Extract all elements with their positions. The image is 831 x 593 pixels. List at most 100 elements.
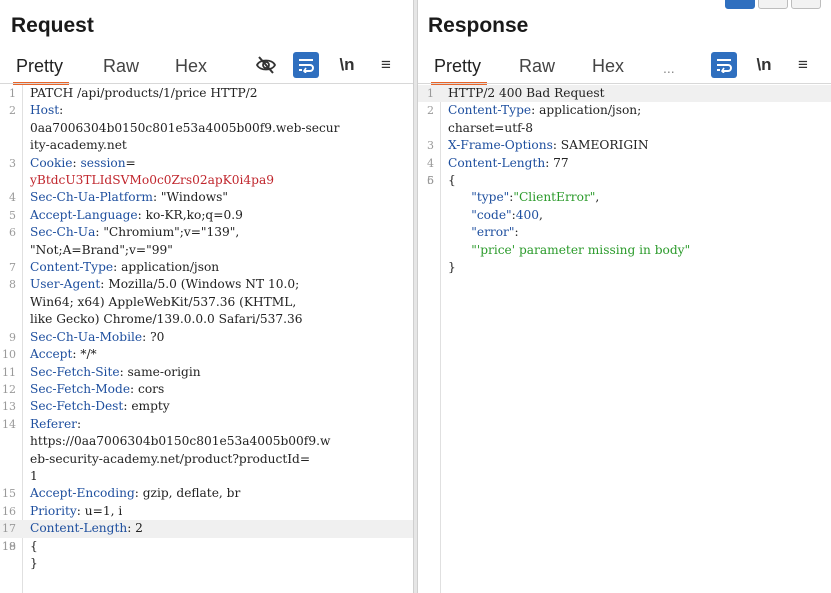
- code-line[interactable]: 17 Content-Length: 2: [0, 520, 413, 538]
- code-text: PATCH /api/products/1/price HTTP/2: [30, 86, 258, 100]
- header-name: Content-Length: [448, 155, 546, 170]
- code-line[interactable]: 15 Accept-Encoding: gzip, deflate, br: [0, 485, 413, 502]
- code-line[interactable]: 4 Content-Length: 77: [418, 155, 831, 172]
- code-line[interactable]: 10 Accept: */*: [0, 346, 413, 363]
- code-text: : "Chromium";v="139",: [95, 225, 240, 240]
- code-line[interactable]: 16 Priority: u=1, i: [0, 503, 413, 520]
- header-name: 400: [515, 207, 540, 222]
- hamburger-menu-icon[interactable]: ≡: [373, 52, 399, 78]
- request-title: Request: [11, 14, 94, 37]
- header-name: Sec-Fetch-Dest: [30, 399, 124, 414]
- code-text: 1: [30, 468, 38, 483]
- line-number: 10: [2, 348, 16, 362]
- code-line[interactable]: 2 Host:: [0, 102, 413, 119]
- code-text: like Gecko) Chrome/139.0.0.0 Safari/537.…: [30, 312, 303, 327]
- line-number: 5: [9, 208, 16, 222]
- code-line[interactable]: 3 Cookie: session=: [0, 155, 413, 172]
- tab-raw[interactable]: Raw: [103, 56, 139, 77]
- line-number: 17: [2, 522, 16, 536]
- code-line[interactable]: 5 Accept-Language: ko-KR,ko;q=0.9: [0, 207, 413, 224]
- code-line[interactable]: like Gecko) Chrome/139.0.0.0 Safari/537.…: [0, 311, 413, 328]
- code-line[interactable]: 7 Content-Type: application/json: [0, 259, 413, 276]
- code-text: ,: [595, 190, 600, 205]
- header-name: Accept-Encoding: [30, 486, 135, 501]
- code-text: 0aa7006304b0150c801e53a4005b00f9.web-sec…: [30, 120, 340, 135]
- code-text: ity-academy.net: [30, 138, 127, 153]
- line-number: 11: [2, 365, 16, 379]
- newline-icon[interactable]: \n: [751, 52, 777, 78]
- tab-pretty[interactable]: Pretty: [12, 56, 70, 85]
- code-line[interactable]: Win64; x64) AppleWebKit/537.36 (KHTML,: [0, 294, 413, 311]
- code-line[interactable]: eb-security-academy.net/product?productI…: [0, 451, 413, 468]
- code-line[interactable]: charset=utf-8: [418, 120, 831, 137]
- tab-raw[interactable]: Raw: [519, 56, 555, 77]
- line-number: 2: [9, 104, 16, 118]
- code-text: eb-security-academy.net/product?productI…: [30, 451, 311, 466]
- request-editor[interactable]: 1 PATCH /api/products/1/price HTTP/2 2 Host…: [0, 85, 413, 593]
- tab-hex[interactable]: Hex: [175, 56, 207, 77]
- code-line[interactable]: 8 User-Agent: Mozilla/5.0 (Windows NT 10.…: [0, 276, 413, 293]
- line-number: 15: [2, 487, 16, 501]
- layout-toggle-group: [725, 0, 821, 9]
- response-editor[interactable]: 1 HTTP/2 400 Bad Request 2 Content-Type: ap…: [418, 85, 831, 593]
- layout-vertical-button[interactable]: [791, 0, 821, 9]
- code-text: : 77: [545, 155, 569, 170]
- code-line[interactable]: 2 Content-Type: application/json;: [418, 102, 831, 119]
- eye-slash-icon[interactable]: [253, 52, 279, 78]
- line-number: 9: [9, 330, 16, 344]
- code-line[interactable]: "type":"ClientError",: [418, 189, 831, 206]
- header-name: session: [80, 155, 126, 170]
- code-text: : Mozilla/5.0 (Windows NT 10.0;: [100, 277, 300, 292]
- code-line[interactable]: "Not;A=Brand";v="99": [0, 242, 413, 259]
- more-tabs[interactable]: ...: [663, 60, 675, 76]
- code-line[interactable]: 12 Sec-Fetch-Mode: cors: [0, 381, 413, 398]
- code-line[interactable]: 11 Sec-Fetch-Site: same-origin: [0, 364, 413, 381]
- header-name: X-Frame-Options: [448, 138, 553, 153]
- code-line[interactable]: 3 X-Frame-Options: SAMEORIGIN: [418, 137, 831, 154]
- code-line[interactable]: }: [418, 259, 831, 276]
- code-line[interactable]: yBtdcU3TLIdSVMo0c0Zrs02apK0i4pa9: [0, 172, 413, 189]
- code-line[interactable]: "'price' parameter missing in body": [418, 242, 831, 259]
- code-line[interactable]: 4 Sec-Ch-Ua-Platform: "Windows": [0, 189, 413, 206]
- code-text: : ko-KR,ko;q=0.9: [137, 207, 243, 222]
- hamburger-menu-icon[interactable]: ≡: [790, 52, 816, 78]
- line-number: 3: [427, 139, 434, 153]
- header-name: Content-Type: [448, 103, 532, 118]
- code-line[interactable]: 9 Sec-Ch-Ua-Mobile: ?0: [0, 329, 413, 346]
- request-pane: Request Pretty Raw Hex \n ≡ 1 PATCH /api/…: [0, 0, 413, 593]
- code-text: : SAMEORIGIN: [552, 138, 649, 153]
- tab-hex[interactable]: Hex: [592, 56, 624, 77]
- code-line[interactable]: 1 HTTP/2 400 Bad Request: [418, 85, 831, 103]
- response-tab-divider: [418, 83, 831, 84]
- tab-pretty[interactable]: Pretty: [430, 56, 488, 85]
- code-line[interactable]: }: [0, 555, 413, 572]
- header-name: Sec-Ch-Ua: [30, 225, 96, 240]
- code-line[interactable]: "code":400,: [418, 207, 831, 224]
- layout-horizontal-button[interactable]: [758, 0, 788, 9]
- code-text: : application/json;: [531, 103, 642, 118]
- code-line[interactable]: 1: [0, 468, 413, 485]
- code-text: : gzip, deflate, br: [134, 486, 241, 501]
- word-wrap-icon[interactable]: [293, 52, 319, 78]
- code-line[interactable]: https://0aa7006304b0150c801e53a4005b00f9…: [0, 433, 413, 450]
- layout-split-button[interactable]: [725, 0, 755, 9]
- header-name: Host: [30, 103, 60, 118]
- code-line[interactable]: "error":: [418, 224, 831, 241]
- code-line[interactable]: 13 Sec-Fetch-Dest: empty: [0, 398, 413, 415]
- code-line[interactable]: ity-academy.net: [0, 137, 413, 154]
- code-line[interactable]: 1 PATCH /api/products/1/price HTTP/2: [0, 85, 413, 102]
- code-text: : u=1, i: [76, 503, 123, 518]
- line-number: 13: [2, 400, 16, 414]
- code-line[interactable]: 19 {: [0, 538, 413, 555]
- code-line[interactable]: 14 Referer:: [0, 416, 413, 433]
- code-line[interactable]: 6 Sec-Ch-Ua: "Chromium";v="139",: [0, 224, 413, 241]
- newline-icon[interactable]: \n: [334, 52, 360, 78]
- code-text: : ?0: [142, 329, 165, 344]
- code-line[interactable]: 0aa7006304b0150c801e53a4005b00f9.web-sec…: [0, 120, 413, 137]
- word-wrap-icon[interactable]: [711, 52, 737, 78]
- code-text: : empty: [123, 399, 170, 414]
- code-line[interactable]: 6{: [418, 172, 831, 189]
- line-number: 2: [427, 104, 434, 118]
- code-text: https://0aa7006304b0150c801e53a4005b00f9…: [30, 434, 331, 449]
- code-text: ,: [539, 207, 543, 222]
